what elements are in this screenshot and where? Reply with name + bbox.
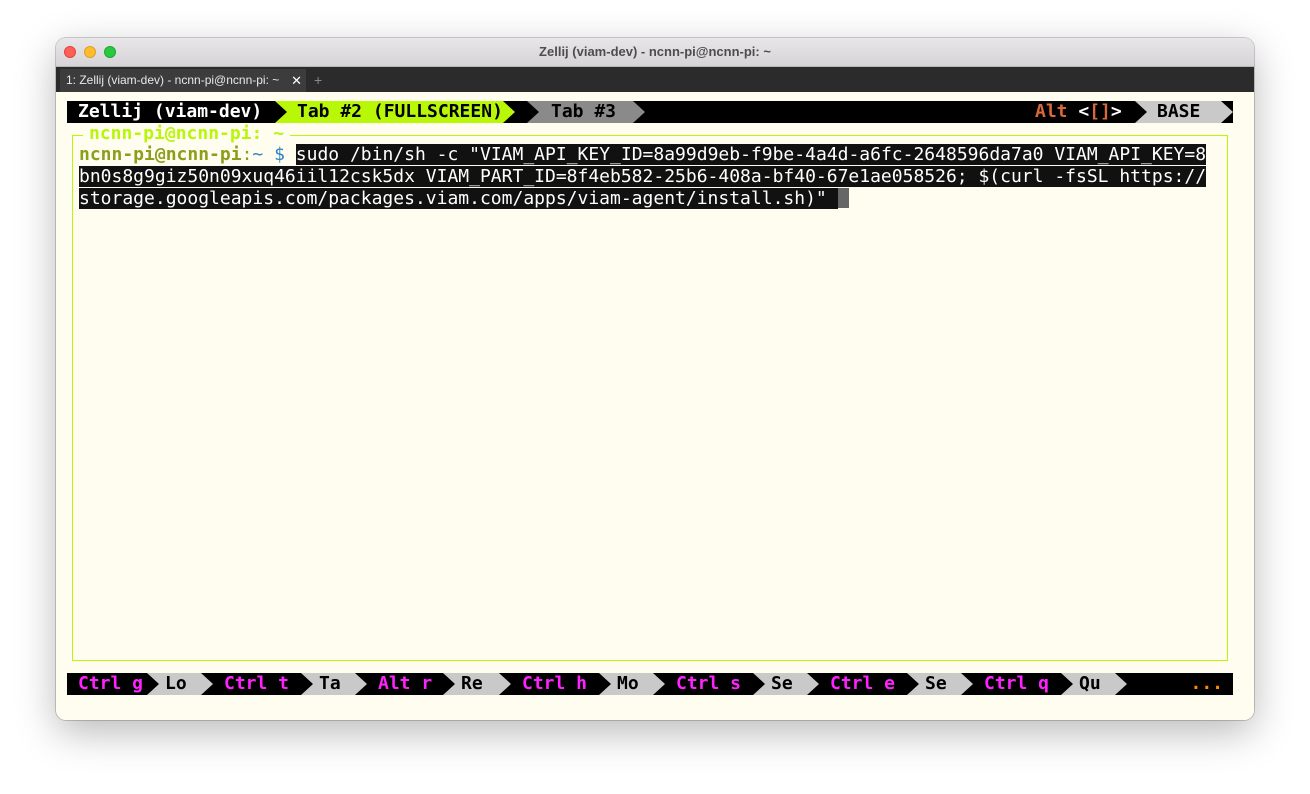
terminal-area[interactable]: Zellij (viam-dev) Tab #2 (FULLSCREEN) Ta… xyxy=(56,92,1254,720)
prompt-path: ~ xyxy=(252,144,264,165)
terminal-window: Zellij (viam-dev) - ncnn-pi@ncnn-pi: ~ 1… xyxy=(56,38,1254,720)
hint-brackets: [] xyxy=(1089,101,1111,122)
zellij-tab-active[interactable]: Tab #2 (FULLSCREEN) xyxy=(275,101,515,123)
key-ctrl-e: Ctrl e xyxy=(819,673,919,695)
prompt-colon: : xyxy=(241,144,253,165)
pane-title: ncnn-pi@ncnn-pi: ~ xyxy=(83,124,291,144)
selected-command-text: bn0s8g9giz50n09xuq46iil12csk5dx VIAM_PAR… xyxy=(79,166,1207,187)
command-line-2: bn0s8g9giz50n09xuq46iil12csk5dx VIAM_PAR… xyxy=(79,166,1227,188)
action-tab: Ta xyxy=(301,673,367,695)
key-ctrl-s: Ctrl s xyxy=(665,673,765,695)
zellij-status-bar: Ctrl g Lo Ctrl t Ta Alt r Re Ctrl h Mo C… xyxy=(67,673,1233,695)
hint-open: < xyxy=(1078,101,1090,122)
key-ctrl-h: Ctrl h xyxy=(511,673,611,695)
more-indicator: ... xyxy=(1190,673,1223,694)
terminal-tab-1[interactable]: 1: Zellij (viam-dev) - ncnn-pi@ncnn-pi: … xyxy=(60,69,306,92)
prompt-dollar: $ xyxy=(263,144,296,165)
selected-command-text: storage.googleapis.com/packages.viam.com… xyxy=(79,188,838,209)
terminal-tab-label: 1: Zellij (viam-dev) - ncnn-pi@ncnn-pi: … xyxy=(66,73,280,87)
command-line-3: storage.googleapis.com/packages.viam.com… xyxy=(79,188,1227,210)
hint-close: > xyxy=(1110,101,1122,122)
zellij-tab-bar: Zellij (viam-dev) Tab #2 (FULLSCREEN) Ta… xyxy=(67,101,1233,123)
prompt-user-host: ncnn-pi@ncnn-pi xyxy=(79,144,242,165)
key-ctrl-t: Ctrl t xyxy=(213,673,307,695)
zellij-mode-badge: BASE xyxy=(1135,101,1233,123)
terminal-cursor xyxy=(837,188,849,208)
key-ctrl-q: Ctrl q xyxy=(973,673,1073,695)
pane-content: ncnn-pi@ncnn-pi:~ $ sudo /bin/sh -c "VIA… xyxy=(79,144,1227,210)
new-tab-button[interactable]: + xyxy=(314,69,322,92)
command-line-1: ncnn-pi@ncnn-pi:~ $ sudo /bin/sh -c "VIA… xyxy=(79,144,1227,166)
terminal-pane[interactable]: ncnn-pi@ncnn-pi: ~ ncnn-pi@ncnn-pi:~ $ s… xyxy=(72,124,1228,661)
key-alt-r: Alt r xyxy=(367,673,455,695)
close-tab-icon[interactable]: ✕ xyxy=(291,69,302,92)
zellij-session-name: Zellij (viam-dev) xyxy=(67,101,275,123)
window-title: Zellij (viam-dev) - ncnn-pi@ncnn-pi: ~ xyxy=(539,44,771,59)
key-ctrl-g: Ctrl g xyxy=(67,673,159,695)
zellij-tab[interactable]: Tab #3 xyxy=(527,101,645,123)
title-bar: Zellij (viam-dev) - ncnn-pi@ncnn-pi: ~ xyxy=(56,38,1254,67)
alt-key-label: Alt xyxy=(1035,101,1068,122)
zellij-alt-hint: Alt <[]> xyxy=(1027,101,1131,123)
selected-command-text: sudo /bin/sh -c "VIAM_API_KEY_ID=8a99d9e… xyxy=(295,144,1207,165)
terminal-tab-strip: 1: Zellij (viam-dev) - ncnn-pi@ncnn-pi: … xyxy=(56,67,1254,92)
